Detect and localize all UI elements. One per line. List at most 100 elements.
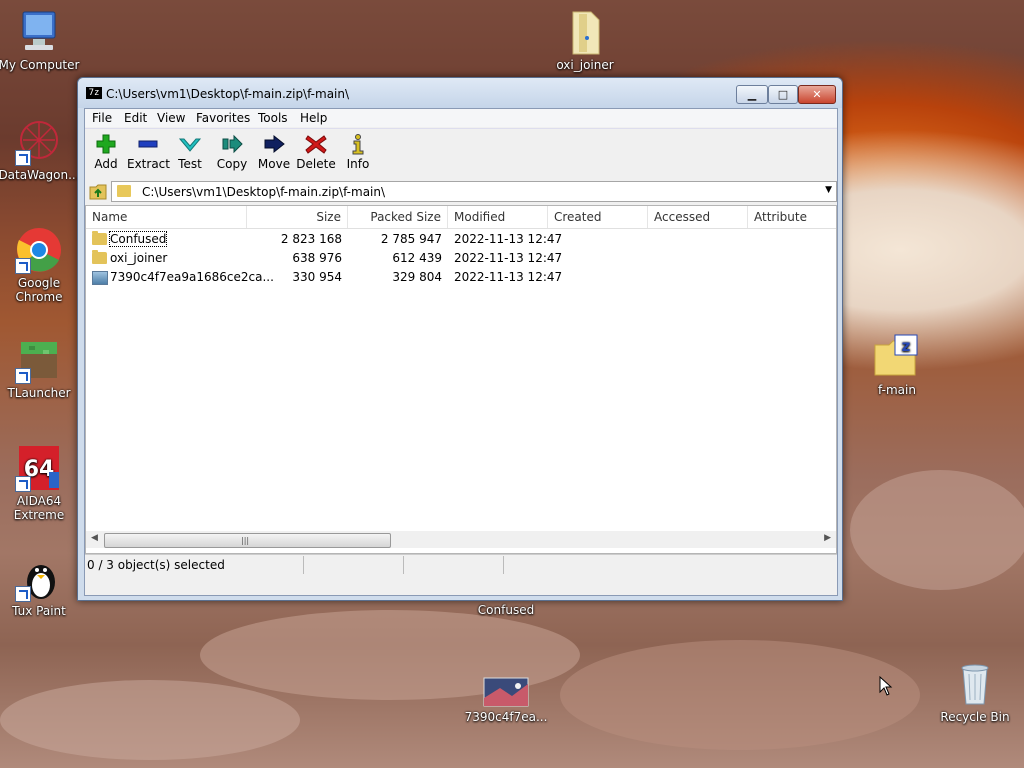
file-modified: 2022-11-13 12:47 <box>454 251 563 265</box>
mouse-cursor-icon <box>879 676 893 696</box>
window-title: C:\Users\vm1\Desktop\f-main.zip\f-main\ <box>106 87 350 101</box>
title-bar[interactable]: 7z C:\Users\vm1\Desktop\f-main.zip\f-mai… <box>78 78 842 108</box>
file-packed-size: 329 804 <box>392 270 442 284</box>
address-field[interactable]: C:\Users\vm1\Desktop\f-main.zip\f-main\ … <box>111 181 837 202</box>
menu-help[interactable]: Help <box>300 111 327 125</box>
maximize-icon: □ <box>777 88 789 101</box>
desktop-icon-label: TLauncher <box>7 386 71 400</box>
address-text: C:\Users\vm1\Desktop\f-main.zip\f-main\ <box>142 185 386 199</box>
image-file-icon <box>92 271 108 285</box>
window-client: File Edit View Favorites Tools Help Add … <box>84 108 838 596</box>
move-button[interactable]: Move <box>253 133 295 171</box>
info-button[interactable]: Info <box>337 133 379 171</box>
delete-label: Delete <box>296 157 336 171</box>
desktop-icon-chrome[interactable]: Google Chrome <box>0 226 81 304</box>
menu-view[interactable]: View <box>157 111 185 125</box>
desktop-icon-label: My Computer <box>0 58 80 72</box>
tux-penguin-icon <box>15 554 63 602</box>
column-accessed[interactable]: Accessed <box>648 206 748 228</box>
menu-bar: File Edit View Favorites Tools Help <box>85 109 837 127</box>
zip-folder-icon: z <box>873 333 921 381</box>
status-divider <box>403 556 404 574</box>
column-name[interactable]: Name <box>86 206 247 228</box>
shortcut-arrow-icon <box>15 476 31 492</box>
test-button[interactable]: Test <box>169 133 211 171</box>
desktop-icon-datawagon[interactable]: DataWagon... <box>0 118 81 182</box>
copy-button[interactable]: Copy <box>211 133 253 171</box>
file-name: Confused <box>108 231 168 247</box>
menu-favorites[interactable]: Favorites <box>196 111 250 125</box>
desktop-icon-my-computer[interactable]: My Computer <box>0 8 81 72</box>
close-icon: ✕ <box>812 88 822 101</box>
file-size: 638 976 <box>292 251 342 265</box>
menu-tools[interactable]: Tools <box>258 111 288 125</box>
dropdown-arrow-icon[interactable]: ▼ <box>825 185 832 195</box>
file-modified: 2022-11-13 12:47 <box>454 270 563 284</box>
menu-file[interactable]: File <box>92 111 112 125</box>
info-icon <box>346 133 370 155</box>
table-row[interactable]: 7390c4f7ea9a1686ce2ca... 330 954 329 804… <box>86 268 836 287</box>
recycle-bin-icon <box>951 660 999 708</box>
add-label: Add <box>94 157 118 171</box>
table-row[interactable]: Confused 2 823 168 2 785 947 2022-11-13 … <box>86 230 836 249</box>
desktop-icon-label: Recycle Bin <box>940 710 1010 724</box>
column-packed-size[interactable]: Packed Size <box>348 206 448 228</box>
minus-icon <box>136 133 160 155</box>
scrollbar-thumb[interactable]: ||| <box>104 533 391 548</box>
shortcut-arrow-icon <box>15 586 31 602</box>
aida64-icon: 64 <box>15 444 63 492</box>
desktop-icon-recycle-bin[interactable]: Recycle Bin <box>933 660 1017 724</box>
column-attribute[interactable]: Attribute <box>748 206 836 228</box>
desktop-icon-label: Tux Paint <box>12 604 66 618</box>
file-packed-size: 612 439 <box>392 251 442 265</box>
column-size[interactable]: Size <box>247 206 348 228</box>
desktop-icon-oxi-joiner[interactable]: oxi_joiner <box>543 8 627 72</box>
file-packed-size: 2 785 947 <box>380 232 442 246</box>
desktop-icon-tuxpaint[interactable]: Tux Paint <box>0 554 81 618</box>
horizontal-scrollbar[interactable]: ◀ ||| ▶ <box>86 531 836 548</box>
shortcut-arrow-icon <box>15 258 31 274</box>
desktop-icon-label: f-main <box>878 383 916 397</box>
desktop-icon-aida64[interactable]: 64 AIDA64 Extreme <box>0 444 81 522</box>
column-created[interactable]: Created <box>548 206 648 228</box>
check-icon <box>178 133 202 155</box>
desktop-icon-image7390[interactable]: 7390c4f7ea... <box>464 676 548 724</box>
folder-up-icon <box>89 184 107 200</box>
move-arrow-icon <box>262 133 286 155</box>
folder-icon <box>561 8 609 56</box>
svg-text:z: z <box>902 337 911 355</box>
status-bar: 0 / 3 object(s) selected <box>85 554 837 575</box>
shortcut-arrow-icon <box>15 368 31 384</box>
add-button[interactable]: Add <box>85 133 127 171</box>
datawagon-icon <box>15 118 63 166</box>
grip-icon: ||| <box>241 536 250 545</box>
extract-button[interactable]: Extract <box>127 133 170 171</box>
image-thumbnail-icon <box>482 676 530 708</box>
desktop-icon-f-main[interactable]: z f-main <box>855 333 939 397</box>
desktop-icon-confused[interactable]: Confused <box>464 603 548 617</box>
copy-label: Copy <box>216 157 248 171</box>
chrome-icon <box>15 226 63 274</box>
close-button[interactable]: ✕ <box>798 85 836 104</box>
column-modified[interactable]: Modified <box>448 206 548 228</box>
tlauncher-icon <box>15 336 63 384</box>
table-row[interactable]: oxi_joiner 638 976 612 439 2022-11-13 12… <box>86 249 836 268</box>
scroll-right-arrow-icon[interactable]: ▶ <box>824 533 831 543</box>
file-name: oxi_joiner <box>110 251 168 265</box>
address-bar: C:\Users\vm1\Desktop\f-main.zip\f-main\ … <box>85 180 837 202</box>
menu-edit[interactable]: Edit <box>124 111 147 125</box>
folder-up-button[interactable] <box>89 182 107 200</box>
desktop-icon-label: AIDA64 Extreme <box>13 494 65 522</box>
delete-button[interactable]: Delete <box>295 133 337 171</box>
scroll-left-arrow-icon[interactable]: ◀ <box>91 533 98 543</box>
desktop-icon-label: Confused <box>477 603 535 617</box>
file-size: 330 954 <box>292 270 342 284</box>
desktop-icon-tlauncher[interactable]: TLauncher <box>0 336 81 400</box>
minimize-icon: ▁ <box>747 88 757 101</box>
minimize-button[interactable]: ▁ <box>736 85 768 104</box>
toolbar: Add Extract Test Copy Move Delete Info <box>85 128 837 181</box>
extract-label: Extract <box>127 157 170 171</box>
maximize-button[interactable]: □ <box>768 85 798 104</box>
desktop-icon-label: DataWagon... <box>0 168 80 182</box>
delete-x-icon <box>304 133 328 155</box>
